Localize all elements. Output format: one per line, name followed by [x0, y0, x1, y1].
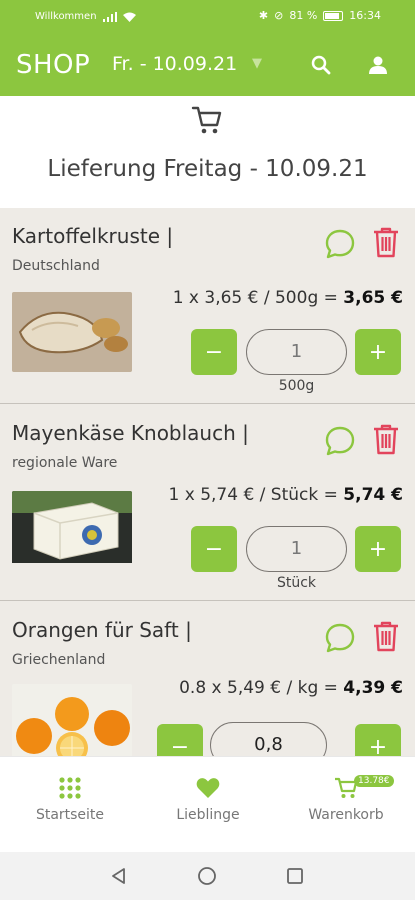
trash-icon[interactable] — [372, 423, 400, 455]
trash-icon[interactable] — [372, 620, 400, 652]
product-image-cheese[interactable] — [12, 491, 132, 571]
battery-percent: 81 % — [289, 9, 318, 22]
home-icon[interactable] — [197, 866, 217, 886]
price-total: 3,65 € — [343, 288, 403, 308]
product-image-bread[interactable] — [12, 292, 132, 372]
price-total: 5,74 € — [343, 485, 403, 505]
battery-icon — [323, 10, 344, 21]
comment-icon[interactable] — [324, 228, 356, 260]
comment-icon[interactable] — [324, 622, 356, 654]
shop-logo[interactable]: SHOP — [16, 50, 90, 80]
product-name: Orangen für Saft | — [12, 618, 192, 642]
cart-total-badge: 13.78€ — [354, 775, 394, 787]
decrease-button[interactable]: − — [191, 526, 237, 572]
quantity-field[interactable]: 1 — [246, 526, 347, 572]
back-icon[interactable] — [109, 866, 129, 886]
list-item: Orangen für Saft | Griechenland 0.8 x 5,… — [0, 602, 415, 756]
decrease-button[interactable]: − — [191, 329, 237, 375]
nav-cart-label: Warenkorb — [308, 807, 384, 823]
price-calc: 1 x 5,74 € / Stück = — [168, 485, 338, 505]
quantity-field[interactable]: 1 — [246, 329, 347, 375]
comment-icon[interactable] — [324, 425, 356, 457]
trash-icon[interactable] — [372, 226, 400, 258]
signal-icon — [102, 11, 117, 22]
cart-header: Lieferung Freitag - 10.09.21 — [0, 96, 415, 208]
quantity-field[interactable]: 0,8 — [210, 722, 327, 756]
nav-home[interactable]: Startseite — [10, 775, 130, 823]
product-list: Kartoffelkruste | Deutschland 1 x 3,65 €… — [0, 208, 415, 756]
date-selector[interactable]: Fr. - 10.09.21 — [112, 53, 237, 75]
heart-icon — [196, 778, 220, 798]
nav-favorites-label: Lieblinge — [176, 807, 240, 823]
bluetooth-icon: ✱ — [258, 9, 269, 22]
product-name: Mayenkäse Knoblauch | — [12, 421, 249, 445]
app-bar: SHOP Fr. - 10.09.21 ▼ — [0, 34, 415, 96]
unit-label: Stück — [276, 575, 317, 591]
bottom-nav: Startseite Lieblinge Warenkorb 13.78€ — [0, 756, 415, 852]
list-item: Kartoffelkruste | Deutschland 1 x 3,65 €… — [0, 208, 415, 404]
decrease-button[interactable]: − — [157, 724, 203, 756]
search-icon[interactable] — [304, 48, 338, 82]
price-calc: 1 x 3,65 € / 500g = — [172, 288, 338, 308]
product-name: Kartoffelkruste | — [12, 224, 174, 248]
increase-button[interactable]: + — [355, 329, 401, 375]
chevron-down-icon[interactable]: ▼ — [252, 56, 262, 71]
price-calc: 0.8 x 5,49 € / kg = — [179, 678, 338, 698]
list-item: Mayenkäse Knoblauch | regionale Ware 1 x… — [0, 405, 415, 601]
mute-icon: ⊘ — [274, 9, 284, 22]
product-image-oranges[interactable] — [12, 684, 132, 756]
clock: 16:34 — [349, 9, 381, 22]
carrier-label: Willkommen — [35, 11, 97, 22]
recents-icon[interactable] — [285, 866, 305, 886]
product-origin: Deutschland — [12, 258, 100, 274]
delivery-title: Lieferung Freitag - 10.09.21 — [47, 156, 368, 182]
nav-favorites[interactable]: Lieblinge — [148, 775, 268, 823]
price-total: 4,39 € — [343, 678, 403, 698]
nav-home-label: Startseite — [35, 807, 105, 823]
grid-icon — [59, 777, 81, 799]
cart-icon — [191, 106, 222, 134]
user-icon[interactable] — [361, 48, 395, 82]
product-origin: regionale Ware — [12, 455, 118, 471]
system-nav-bar — [0, 852, 415, 900]
unit-label: 500g — [278, 378, 315, 394]
price-line: 1 x 5,74 € / Stück = 5,74 € — [169, 485, 403, 505]
price-line: 1 x 3,65 € / 500g = 3,65 € — [173, 288, 403, 308]
status-bar: Willkommen ✱ ⊘ 81 % 16:34 — [0, 0, 415, 34]
wifi-icon — [122, 12, 136, 22]
increase-button[interactable]: + — [355, 724, 401, 756]
increase-button[interactable]: + — [355, 526, 401, 572]
product-origin: Griechenland — [12, 652, 106, 668]
price-line: 0.8 x 5,49 € / kg = 4,39 € — [179, 678, 403, 698]
